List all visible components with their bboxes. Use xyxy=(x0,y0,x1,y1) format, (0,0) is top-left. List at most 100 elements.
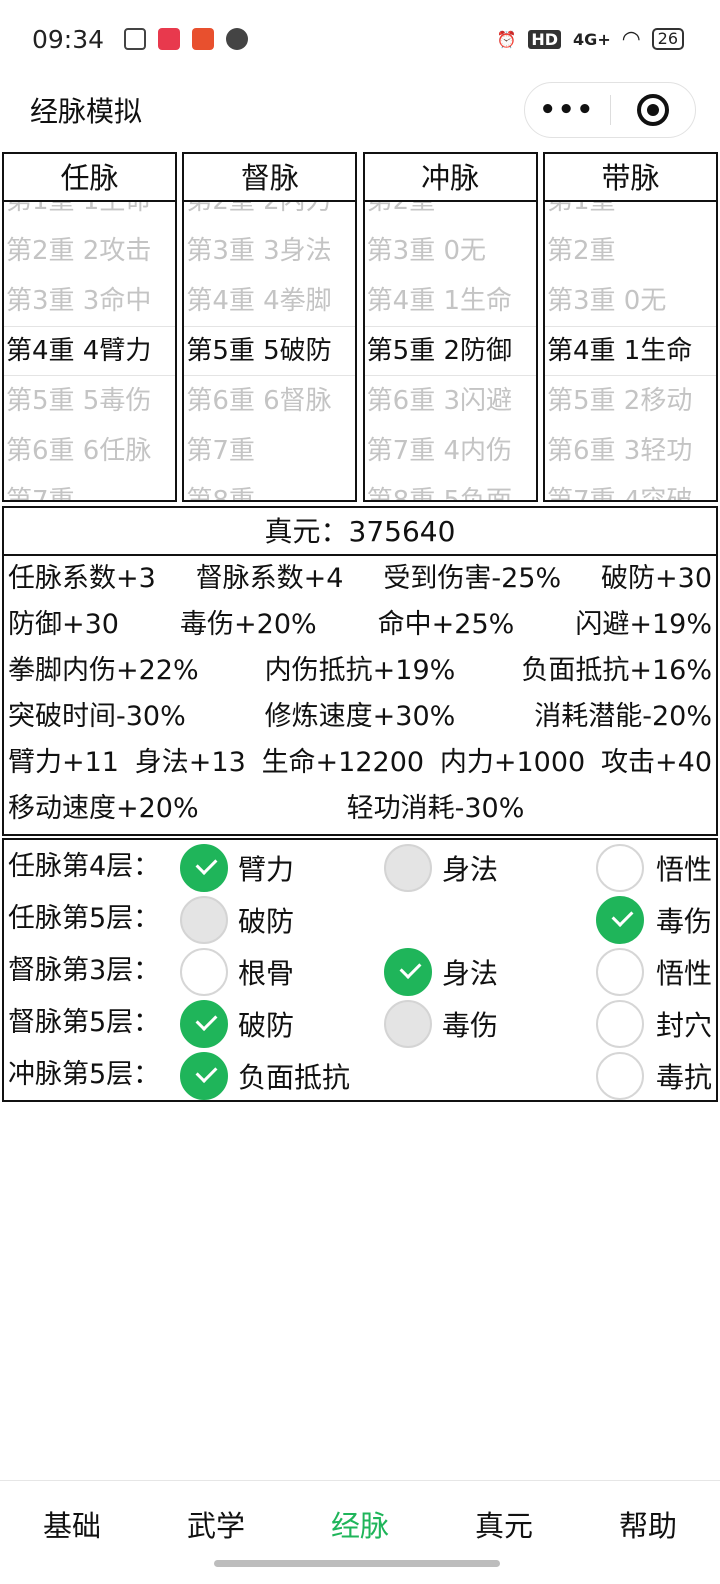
choice-row: 任脉第5层： 破防 毒伤 xyxy=(4,892,716,944)
picker-item[interactable]: 第4重 1生命 xyxy=(365,276,536,326)
option-label: 毒抗 xyxy=(655,1061,712,1094)
summary-stat: 闪避+19% xyxy=(575,609,712,640)
meridian-title: 督脉 xyxy=(184,154,356,202)
picker-item[interactable]: 第3重 0无 xyxy=(365,226,536,276)
summary-stat: 轻功消耗-30% xyxy=(346,793,525,824)
option-负面抵抗[interactable]: 负面抵抗 xyxy=(180,1052,350,1100)
radio-circle-icon[interactable] xyxy=(595,1000,644,1048)
close-button[interactable] xyxy=(611,83,696,137)
tab-武学[interactable]: 武学 xyxy=(144,1481,288,1584)
picker-item[interactable]: 第2重 xyxy=(545,226,716,276)
choice-row: 任脉第4层： 臂力 身法 悟性 xyxy=(4,840,716,892)
checkmark-icon[interactable] xyxy=(180,844,228,892)
checkmark-icon[interactable] xyxy=(180,1000,228,1048)
option-label: 臂力 xyxy=(238,853,295,886)
home-indicator[interactable] xyxy=(214,1560,500,1567)
radio-circle-icon[interactable] xyxy=(180,948,228,996)
tab-真元[interactable]: 真元 xyxy=(432,1481,576,1584)
picker-item[interactable]: 第2重 2攻击 xyxy=(4,226,175,276)
picker-item[interactable]: 第2重 2内力 xyxy=(184,202,355,226)
option-破防[interactable]: 破防 xyxy=(180,1000,294,1048)
summary-stat: 身法+13 xyxy=(134,747,246,778)
meridian-picker[interactable]: 冲脉第2重第3重 0无第4重 1生命第5重 2防御第6重 3闪避第7重 4内伤第… xyxy=(362,152,538,502)
radio-circle-icon[interactable] xyxy=(595,1052,644,1100)
picker-item[interactable]: 第3重 0无 xyxy=(545,276,716,326)
picker-item[interactable]: 第6重 6任脉 xyxy=(4,426,175,476)
picker-item[interactable]: 第7重 xyxy=(4,476,175,500)
status-left: 09:34 xyxy=(32,25,249,54)
picker-item[interactable]: 第8重 xyxy=(184,476,355,500)
page-title: 经脉模拟 xyxy=(30,95,143,128)
signal-text: 4G+ xyxy=(573,29,611,49)
choice-label: 督脉第5层： xyxy=(8,1007,161,1038)
target-icon xyxy=(636,94,669,126)
radio-circle-icon[interactable] xyxy=(595,844,644,892)
radio-circle-icon[interactable] xyxy=(595,948,644,996)
summary-stat: 攻击+40 xyxy=(601,747,712,778)
alarm-icon: ⏰ xyxy=(496,29,517,49)
choice-label: 冲脉第5层： xyxy=(8,1059,161,1090)
picker-item[interactable]: 第5重 2防御 xyxy=(365,326,536,376)
picker-item[interactable]: 第8重 5负面 xyxy=(365,476,536,500)
picker-item[interactable]: 第6重 3轻功 xyxy=(545,426,716,476)
meridian-picker[interactable]: 带脉第1重第2重第3重 0无第4重 1生命第5重 2移动第6重 3轻功第7重 4… xyxy=(542,152,718,502)
nav-bar: 经脉模拟 ••• xyxy=(0,78,720,142)
picker-item[interactable]: 第5重 5破防 xyxy=(184,326,355,376)
choice-row: 督脉第3层： 根骨 身法 悟性 xyxy=(4,944,716,996)
picker-item[interactable]: 第7重 4内伤 xyxy=(365,426,536,476)
picker-item[interactable]: 第7重 4突破 xyxy=(545,476,716,500)
tab-帮助[interactable]: 帮助 xyxy=(576,1481,720,1584)
option-封穴[interactable]: 封穴 xyxy=(595,1000,712,1048)
option-label: 悟性 xyxy=(655,853,712,886)
zhenyuan-total: 真元：375640 xyxy=(4,508,716,556)
summary-stat: 毒伤+20% xyxy=(180,609,317,640)
more-button[interactable]: ••• xyxy=(525,83,610,137)
meridian-title: 带脉 xyxy=(544,154,716,202)
picker-item[interactable]: 第5重 5毒伤 xyxy=(4,376,175,426)
picker-item[interactable]: 第7重 xyxy=(184,426,355,476)
option-身法[interactable]: 身法 xyxy=(384,948,498,996)
option-悟性[interactable]: 悟性 xyxy=(595,844,712,892)
summary-stat: 移动速度+20% xyxy=(8,793,199,824)
picker-item[interactable]: 第6重 3闪避 xyxy=(365,376,536,426)
summary-stat: 任脉系数+3 xyxy=(8,563,156,594)
picker-item[interactable]: 第2重 xyxy=(365,202,536,226)
picker-item[interactable]: 第3重 3身法 xyxy=(184,226,355,276)
picker-item[interactable]: 第3重 3命中 xyxy=(4,276,175,326)
picker-list[interactable]: 第1重第2重第3重 0无第4重 1生命第5重 2移动第6重 3轻功第7重 4突破 xyxy=(544,202,716,500)
checkmark-icon[interactable] xyxy=(595,896,644,944)
picker-item[interactable]: 第1重 xyxy=(545,202,716,226)
meridian-picker[interactable]: 任脉第1重 1生命第2重 2攻击第3重 3命中第4重 4臂力第5重 5毒伤第6重… xyxy=(2,152,177,502)
app-notification-icon xyxy=(192,28,215,50)
option-label: 破防 xyxy=(238,905,295,938)
picker-item[interactable]: 第5重 2移动 xyxy=(545,376,716,426)
summary-stat: 内力+1000 xyxy=(439,747,586,778)
choice-label: 任脉第4层： xyxy=(8,851,161,882)
option-毒伤[interactable]: 毒伤 xyxy=(595,896,712,944)
option-悟性[interactable]: 悟性 xyxy=(595,948,712,996)
tab-基础[interactable]: 基础 xyxy=(0,1481,144,1584)
tab-经脉[interactable]: 经脉 xyxy=(288,1481,432,1584)
checkmark-icon[interactable] xyxy=(180,1052,228,1100)
option-臂力[interactable]: 臂力 xyxy=(180,844,294,892)
picker-list[interactable]: 第2重第3重 0无第4重 1生命第5重 2防御第6重 3闪避第7重 4内伤第8重… xyxy=(364,202,536,500)
summary-row: 防御+30 毒伤+20% 命中+25% 闪避+19% xyxy=(4,602,716,648)
summary-stat: 破防+30 xyxy=(601,563,712,594)
picker-item[interactable]: 第4重 4拳脚 xyxy=(184,276,355,326)
summary-stat: 生命+12200 xyxy=(261,747,425,778)
picker-list[interactable]: 第2重 2内力第3重 3身法第4重 4拳脚第5重 5破防第6重 6督脉第7重第8… xyxy=(184,202,356,500)
choice-row: 冲脉第5层： 负面抵抗 毒抗 xyxy=(4,1048,716,1100)
picker-item[interactable]: 第4重 4臂力 xyxy=(4,326,175,376)
option-label: 负面抵抗 xyxy=(238,1061,351,1094)
picker-item[interactable]: 第1重 1生命 xyxy=(4,202,175,226)
summary-row: 任脉系数+3 督脉系数+4 受到伤害-25% 破防+30 xyxy=(4,556,716,602)
summary-stat: 臂力+11 xyxy=(8,747,119,778)
meridian-title: 任脉 xyxy=(4,154,175,202)
picker-item[interactable]: 第6重 6督脉 xyxy=(184,376,355,426)
picker-item[interactable]: 第4重 1生命 xyxy=(545,326,716,376)
meridian-picker[interactable]: 督脉第2重 2内力第3重 3身法第4重 4拳脚第5重 5破防第6重 6督脉第7重… xyxy=(182,152,358,502)
option-毒抗[interactable]: 毒抗 xyxy=(595,1052,712,1100)
picker-list[interactable]: 第1重 1生命第2重 2攻击第3重 3命中第4重 4臂力第5重 5毒伤第6重 6… xyxy=(4,202,175,500)
checkmark-icon[interactable] xyxy=(384,948,432,996)
option-根骨[interactable]: 根骨 xyxy=(180,948,294,996)
